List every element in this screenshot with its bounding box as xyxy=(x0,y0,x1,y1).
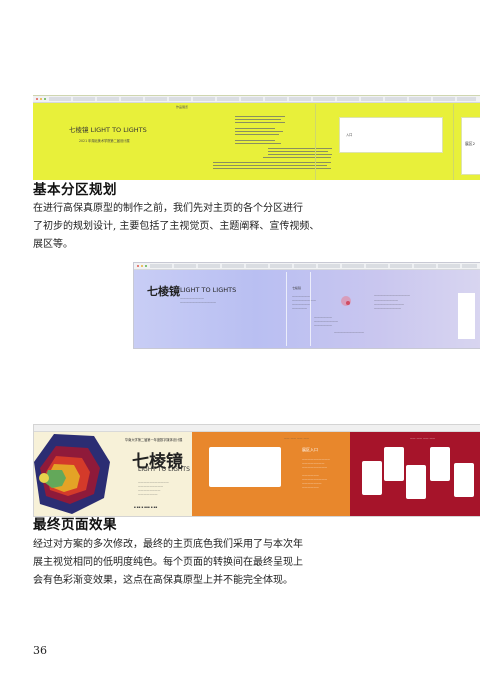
exhibit-card xyxy=(384,447,404,481)
exhibit-card xyxy=(454,463,474,497)
paragraph-line: 展区等。 xyxy=(33,239,73,250)
video-placeholder xyxy=(209,447,281,487)
paragraph-line: 在进行高保真原型的制作之前，我们先对主页的各个分区进行 xyxy=(33,203,303,214)
exhibit-card xyxy=(406,465,426,499)
screenshot-subtitle: 2021 年湖北美术学院第二届设计展 xyxy=(79,139,130,143)
browser-toolbar xyxy=(33,96,480,103)
screenshot-main-title: 七棱镜 LIGHT TO LIGHTS xyxy=(69,126,147,134)
screenshot-gradient-title-en: LIGHT TO LIGHTS xyxy=(180,286,237,294)
paragraph-layout: 在进行高保真原型的制作之前，我们先对主页的各个分区进行 了初步的规划设计, 主要… xyxy=(33,200,319,254)
screenshot-final-pages: 华南大学第二届第一年度数字媒体设计展 七棱镜 LIGHT TO LIGHTS —… xyxy=(33,424,480,517)
final-page-red: —— —— —— —— xyxy=(350,425,480,516)
screenshot-top-label: 作品展览 xyxy=(176,105,189,109)
paragraph-line: 展主视觉相同的低明度纯色。每个页面的转换间在最终呈现上 xyxy=(33,557,303,568)
section-heading-layout: 基本分区规划 xyxy=(33,182,117,198)
section-heading-final: 最终页面效果 xyxy=(33,517,117,533)
final-page-cream: 华南大学第二届第一年度数字媒体设计展 七棱镜 LIGHT TO LIGHTS —… xyxy=(34,425,192,516)
final-top-line: 华南大学第二届第一年度数字媒体设计展 xyxy=(125,438,183,442)
exhibit-card xyxy=(362,461,382,495)
browser-toolbar xyxy=(134,263,480,270)
entry-card-label: 入口 xyxy=(346,133,353,137)
final-main-title-en: LIGHT TO LIGHTS xyxy=(138,466,190,473)
paragraph-line: 经过对方案的多次修改，最终的主页底色我们采用了与本次年 xyxy=(33,539,303,550)
screenshot-gradient-sub: 七棱镜 xyxy=(292,286,302,290)
paragraph-line: 会有色彩渐变效果，这点在高保真原型上并不能完全体现。 xyxy=(33,575,293,586)
final-page-orange: —— —— —— —— 展区入口 —————————— ———————— ———… xyxy=(192,425,350,516)
paragraph-line: 了初步的规划设计, 主要包括了主视觉页、主题阐释、宣传视频、 xyxy=(33,221,320,232)
paragraph-final: 经过对方案的多次修改，最终的主页底色我们采用了与本次年 展主视觉相同的低明度纯色… xyxy=(33,536,303,590)
final-orange-label: 展区入口 xyxy=(302,447,318,452)
exhibit-card-label: 展区2 xyxy=(465,141,476,146)
screenshot-gradient-prototype: 七棱镜 LIGHT TO LIGHTS ———————— ———————————… xyxy=(133,262,480,349)
screenshot-gradient-title: 七棱镜 xyxy=(147,285,180,298)
screenshot-exhibit-card: 展区2 xyxy=(461,117,480,175)
page-number: 36 xyxy=(33,644,47,657)
screenshot-layout-draft: 作品展览 七棱镜 LIGHT TO LIGHTS 2021 年湖北美术学院第二届… xyxy=(33,95,480,180)
exhibit-card xyxy=(430,447,450,481)
prism-graphic-icon xyxy=(34,434,110,514)
screenshot-entry-card: 入口 xyxy=(339,117,443,153)
